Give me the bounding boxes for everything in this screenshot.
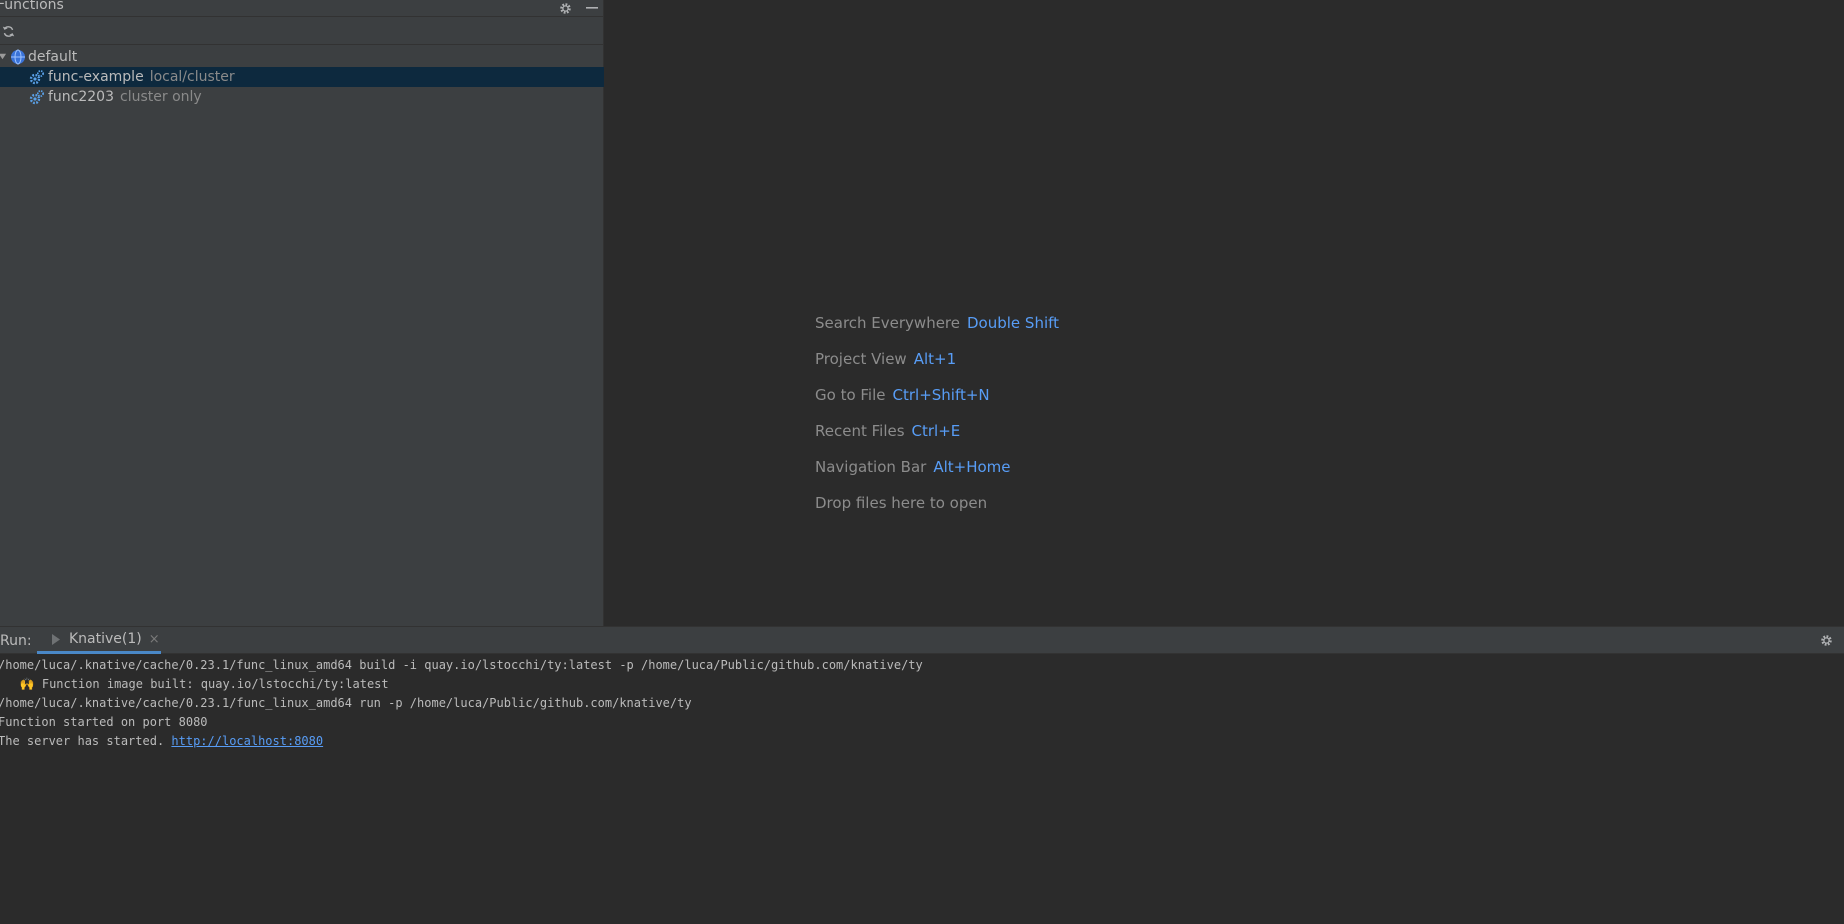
hint-recent-files: Recent Files Ctrl+E	[815, 421, 960, 441]
editor-empty-area[interactable]: Search Everywhere Double Shift Project Vi…	[605, 0, 1844, 626]
minimize-icon[interactable]	[584, 0, 600, 16]
namespace-label: default	[28, 49, 78, 65]
tab-label: Knative(1)	[69, 631, 142, 647]
gear-icon[interactable]	[1818, 632, 1834, 648]
hint-action: Navigation Bar	[815, 458, 927, 476]
hint-action: Drop files here to open	[815, 494, 988, 512]
run-icon	[51, 630, 63, 649]
function-gear-icon	[29, 89, 45, 105]
chevron-down-icon[interactable]	[0, 47, 8, 67]
globe-icon	[10, 49, 26, 65]
hint-shortcut: Ctrl+E	[911, 422, 961, 440]
hint-action: Recent Files	[815, 422, 905, 440]
close-icon[interactable]: ×	[149, 632, 160, 647]
refresh-icon[interactable]	[0, 23, 16, 39]
hint-project-view: Project View Alt+1	[815, 349, 956, 369]
hint-action: Search Everywhere	[815, 314, 960, 332]
tab-knative[interactable]: Knative(1) ×	[37, 627, 161, 654]
hint-action: Go to File	[815, 386, 886, 404]
function-location-hint: local/cluster	[149, 69, 235, 85]
function-gear-icon	[29, 69, 45, 85]
tree-item-func2203[interactable]: func2203 cluster only	[0, 87, 604, 107]
functions-tool-window: Functions default func-example local/clu…	[0, 0, 604, 626]
localhost-link[interactable]: http://localhost:8080	[171, 734, 323, 748]
console-line: /home/luca/.knative/cache/0.23.1/func_li…	[0, 696, 692, 710]
console-line: /home/luca/.knative/cache/0.23.1/func_li…	[0, 658, 923, 672]
console-text: The server has started.	[0, 734, 172, 748]
run-label: Run:	[0, 633, 32, 649]
tree-node-namespace[interactable]: default	[0, 47, 604, 67]
function-label: func-example	[48, 69, 144, 85]
functions-tree: default func-example local/cluster func2…	[0, 46, 604, 246]
hint-shortcut: Ctrl+Shift+N	[892, 386, 990, 404]
hint-shortcut: Alt+1	[913, 350, 957, 368]
hint-go-to-file: Go to File Ctrl+Shift+N	[815, 385, 990, 405]
hint-shortcut: Double Shift	[967, 314, 1060, 332]
hint-navigation-bar: Navigation Bar Alt+Home	[815, 457, 1011, 477]
console-line-server: The server has started. http://localhost…	[0, 732, 323, 751]
run-console[interactable]: /home/luca/.knative/cache/0.23.1/func_li…	[0, 654, 1844, 924]
run-tool-window-header: Run: Knative(1) ×	[0, 626, 1844, 654]
functions-title: Functions	[0, 0, 64, 13]
functions-header: Functions	[0, 0, 604, 17]
functions-toolbar	[0, 18, 604, 45]
hint-shortcut: Alt+Home	[933, 458, 1011, 476]
hint-search-everywhere: Search Everywhere Double Shift	[815, 313, 1059, 333]
console-line: Function started on port 8080	[0, 715, 208, 729]
tree-item-func-example[interactable]: func-example local/cluster	[0, 67, 604, 87]
hint-drop-files: Drop files here to open	[815, 493, 987, 513]
gear-icon[interactable]	[557, 0, 573, 16]
console-line: 🙌 Function image built: quay.io/lstocchi…	[0, 677, 389, 691]
hint-action: Project View	[815, 350, 907, 368]
function-label: func2203	[48, 89, 115, 105]
function-location-hint: cluster only	[120, 89, 202, 105]
